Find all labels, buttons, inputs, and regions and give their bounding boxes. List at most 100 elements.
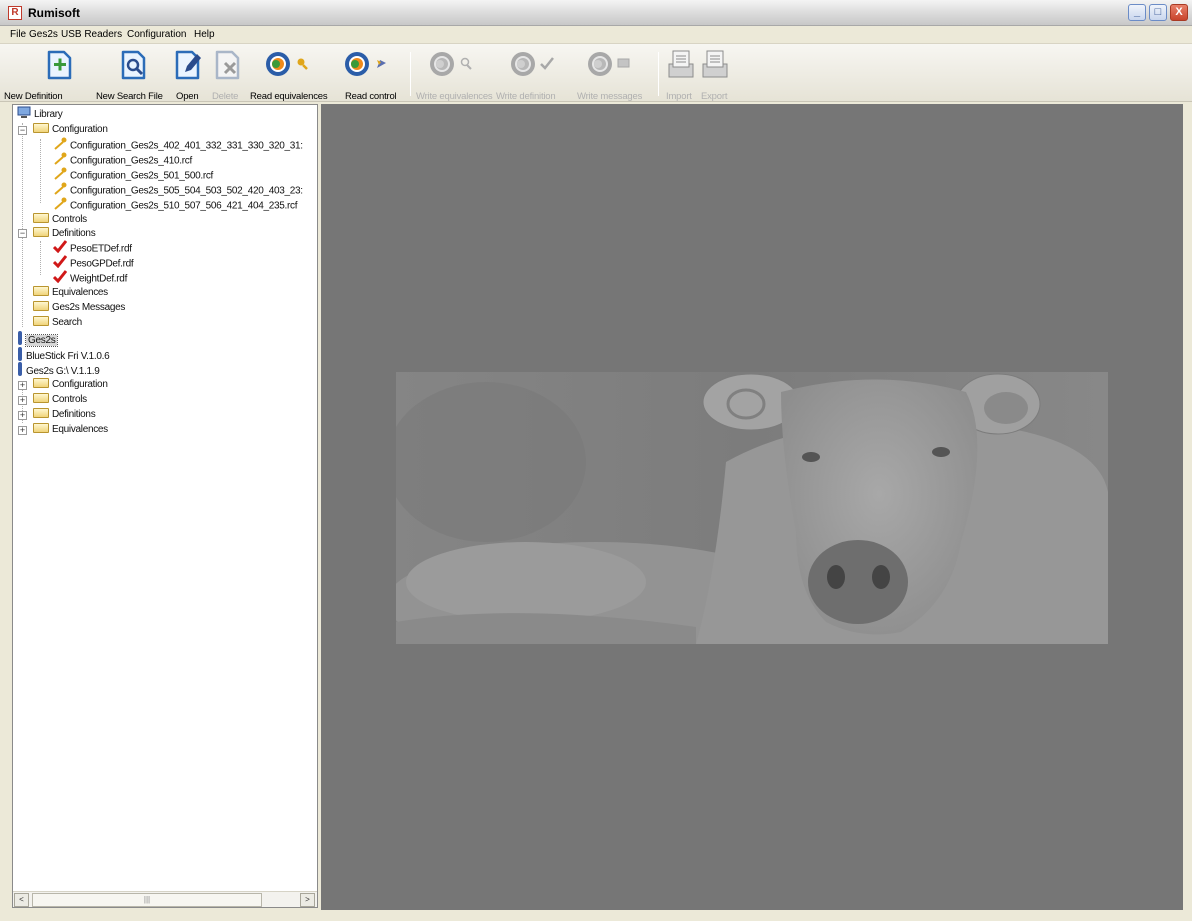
- write-messages-label: Write messages: [577, 91, 643, 102]
- menu-file[interactable]: File: [10, 29, 26, 40]
- minimize-button[interactable]: _: [1128, 4, 1146, 21]
- open-button[interactable]: Open: [168, 48, 208, 102]
- tree-connector: [40, 139, 41, 203]
- tree-node-ges2s-messages[interactable]: Ges2s Messages: [33, 300, 125, 315]
- maximize-button[interactable]: □: [1149, 4, 1167, 21]
- tree-label: Configuration_Ges2s_402_401_332_331_330_…: [70, 140, 303, 152]
- tree-node-definition-file[interactable]: PesoETDef.rdf: [52, 240, 132, 255]
- tree-node-definitions[interactable]: Definitions: [33, 226, 96, 241]
- import-button[interactable]: Import: [664, 48, 698, 102]
- window-title: Rumisoft: [28, 6, 80, 20]
- tree-node-config-file[interactable]: Configuration_Ges2s_410.rcf: [53, 152, 192, 167]
- scroll-thumb[interactable]: |||: [32, 893, 262, 907]
- tree-node-configuration[interactable]: Configuration: [33, 122, 108, 137]
- tree-node-device-equivalences[interactable]: Equivalences: [33, 422, 108, 437]
- tree-label: Equivalences: [52, 287, 108, 298]
- open-label: Open: [176, 91, 199, 102]
- folder-icon: [33, 227, 49, 238]
- tree-node-bluestick[interactable]: BlueStick Fri V.1.0.6: [17, 347, 110, 363]
- tree-node-library[interactable]: Library: [17, 106, 63, 123]
- expand-toggle[interactable]: +: [18, 381, 27, 390]
- tree-node-config-file[interactable]: Configuration_Ges2s_501_500.rcf: [53, 167, 213, 182]
- menu-configuration[interactable]: Configuration: [127, 29, 186, 40]
- folder-icon: [33, 301, 49, 312]
- write-definition-icon: [507, 48, 557, 80]
- folder-icon: [33, 316, 49, 327]
- export-button[interactable]: Export: [698, 48, 732, 102]
- tree-node-definition-file[interactable]: PesoGPDef.rdf: [52, 255, 134, 270]
- write-equivalences-button[interactable]: Write equivalences: [416, 48, 493, 102]
- folder-icon: [33, 286, 49, 297]
- cow-background-image: [396, 372, 1108, 644]
- new-definition-button[interactable]: New Definition: [4, 48, 80, 102]
- tree-node-definition-file[interactable]: WeightDef.rdf: [52, 270, 128, 285]
- read-control-button[interactable]: Read control: [341, 48, 397, 102]
- tree-label: BlueStick Fri V.1.0.6: [26, 351, 110, 363]
- scroll-left-button[interactable]: <: [14, 893, 29, 907]
- tree-node-equivalences[interactable]: Equivalences: [33, 285, 108, 300]
- read-equivalences-label: Read equivalences: [250, 91, 328, 102]
- scroll-right-button[interactable]: >: [300, 893, 315, 907]
- tree-node-device-definitions[interactable]: Definitions: [33, 407, 96, 422]
- expand-toggle[interactable]: +: [18, 396, 27, 405]
- status-bar: [0, 910, 1192, 921]
- tree-label: Configuration_Ges2s_510_507_506_421_404_…: [70, 200, 298, 212]
- tree-label: Configuration: [52, 379, 108, 390]
- tree-node-search[interactable]: Search: [33, 315, 82, 330]
- expand-toggle[interactable]: +: [18, 426, 27, 435]
- device-icon: [17, 362, 23, 381]
- delete-button[interactable]: Delete: [208, 48, 248, 102]
- toolbar-separator: [658, 52, 659, 96]
- library-tree[interactable]: Library − Configuration Configuration_Ge…: [12, 104, 318, 908]
- tree-node-device-configuration[interactable]: Configuration: [33, 377, 108, 392]
- tree-label: Configuration: [52, 124, 108, 135]
- tree-label: Library: [34, 109, 63, 121]
- tree-label: PesoGPDef.rdf: [70, 258, 134, 270]
- computer-icon: [17, 106, 31, 123]
- tree-node-config-file[interactable]: Configuration_Ges2s_510_507_506_421_404_…: [53, 197, 298, 212]
- expand-toggle[interactable]: +: [18, 411, 27, 420]
- tree-node-ges2s[interactable]: Ges2s: [17, 331, 59, 348]
- tree-label: Ges2s G:\ V.1.1.9: [26, 366, 100, 378]
- write-equivalences-icon: [426, 48, 476, 80]
- menu-help[interactable]: Help: [194, 29, 215, 40]
- app-icon: R: [8, 6, 22, 20]
- write-equivalences-label: Write equivalences: [416, 91, 493, 102]
- tree-label: Controls: [52, 214, 87, 225]
- tree-node-config-file[interactable]: Configuration_Ges2s_505_504_503_502_420_…: [53, 182, 303, 197]
- folder-icon: [33, 393, 49, 404]
- tree-node-controls[interactable]: Controls: [33, 212, 87, 227]
- write-messages-icon: [584, 48, 634, 80]
- tree-label: Ges2s: [24, 334, 59, 348]
- tree-label: Equivalences: [52, 424, 108, 435]
- new-search-file-button[interactable]: New Search File: [96, 48, 163, 102]
- folder-icon: [33, 123, 49, 134]
- tree-node-device-controls[interactable]: Controls: [33, 392, 87, 407]
- tree-node-config-file[interactable]: Configuration_Ges2s_402_401_332_331_330_…: [53, 137, 303, 152]
- read-control-label: Read control: [345, 91, 397, 102]
- tree-label: WeightDef.rdf: [70, 273, 128, 285]
- new-search-file-label: New Search File: [96, 91, 163, 102]
- title-bar: R Rumisoft _ □ X: [0, 0, 1192, 26]
- read-equivalences-button[interactable]: Read equivalences: [250, 48, 328, 102]
- tree-node-ges2s-device[interactable]: Ges2s G:\ V.1.1.9: [17, 362, 100, 378]
- menu-ges2s[interactable]: Ges2s: [29, 29, 58, 40]
- collapse-toggle[interactable]: −: [18, 126, 27, 135]
- write-messages-button[interactable]: Write messages: [577, 48, 642, 102]
- menu-bar: File Ges2s USB Readers Configuration Hel…: [0, 26, 1192, 44]
- import-icon: [664, 48, 698, 80]
- close-button[interactable]: X: [1170, 4, 1188, 21]
- write-definition-button[interactable]: Write definition: [496, 48, 557, 102]
- horizontal-scrollbar[interactable]: < ||| >: [13, 891, 317, 907]
- menu-usb-readers[interactable]: USB Readers: [61, 29, 122, 40]
- tree-label: Configuration_Ges2s_410.rcf: [70, 155, 192, 167]
- tree-connector: [40, 241, 41, 275]
- tree-label: Controls: [52, 394, 87, 405]
- collapse-toggle[interactable]: −: [18, 229, 27, 238]
- delete-icon: [211, 48, 245, 80]
- tree-label: Configuration_Ges2s_501_500.rcf: [70, 170, 214, 182]
- new-search-file-icon: [117, 48, 151, 80]
- folder-icon: [33, 378, 49, 389]
- open-icon: [171, 48, 205, 80]
- tree-label: Definitions: [52, 228, 96, 239]
